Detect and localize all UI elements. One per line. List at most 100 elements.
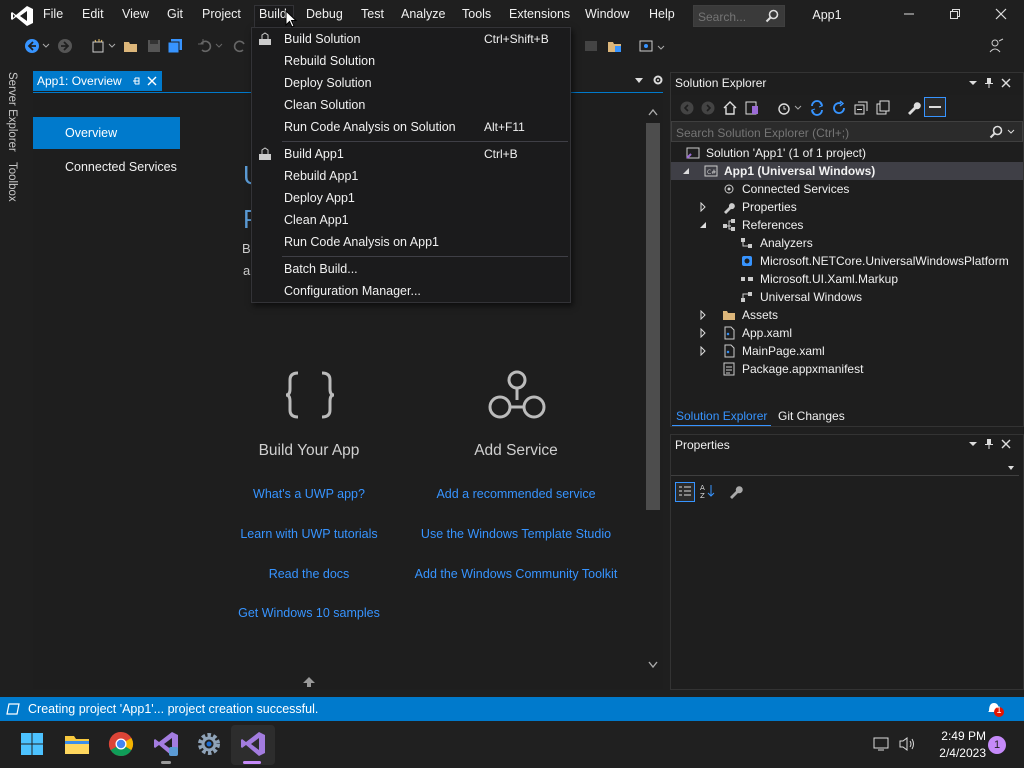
- collapse-all-icon[interactable]: [853, 100, 869, 116]
- pin-icon[interactable]: [983, 77, 995, 89]
- chevron-down-icon[interactable]: [108, 42, 116, 50]
- clock-time[interactable]: 2:49 PM: [924, 729, 986, 743]
- menu-edit[interactable]: Edit: [82, 7, 104, 21]
- title-search-input[interactable]: [698, 9, 764, 24]
- link-whats-a-uwp-app[interactable]: What's a UWP app?: [189, 487, 429, 501]
- navigate-forward-icon[interactable]: [57, 38, 73, 54]
- properties-object-selector[interactable]: [671, 458, 1019, 476]
- menu-test[interactable]: Test: [361, 7, 384, 21]
- pin-icon[interactable]: [983, 438, 995, 450]
- menu-build-open[interactable]: Build: [259, 7, 287, 21]
- menu-window[interactable]: Window: [585, 7, 629, 21]
- home-icon[interactable]: [722, 100, 738, 116]
- taskbar-visual-studio-installer[interactable]: [152, 730, 180, 758]
- collapsed-arrow-icon[interactable]: [698, 202, 708, 212]
- link-windows-template-studio[interactable]: Use the Windows Template Studio: [396, 527, 636, 541]
- save-all-icon[interactable]: [167, 38, 183, 54]
- chevron-down-icon[interactable]: [648, 661, 658, 669]
- pin-icon[interactable]: [130, 75, 142, 87]
- menu-file[interactable]: File: [43, 7, 63, 21]
- menu-item-rebuild-solution[interactable]: Rebuild Solution: [252, 50, 570, 72]
- save-icon[interactable]: [146, 38, 162, 54]
- chevron-down-icon[interactable]: [215, 42, 223, 50]
- tree-item-references[interactable]: References: [671, 216, 1023, 234]
- scrollbar-thumb[interactable]: [646, 123, 660, 510]
- minimize-button[interactable]: [898, 6, 920, 26]
- nav-item-overview[interactable]: Overview: [33, 117, 180, 149]
- collapsed-arrow-icon[interactable]: [698, 310, 708, 320]
- notifications-button[interactable]: 1: [985, 700, 1005, 718]
- chevron-down-icon[interactable]: [657, 44, 665, 52]
- preview-selected-items-toggle[interactable]: [924, 97, 946, 117]
- restore-button[interactable]: [944, 6, 966, 26]
- menu-git[interactable]: Git: [167, 7, 183, 21]
- menu-item-deploy-app1[interactable]: Deploy App1: [252, 187, 570, 209]
- chevron-down-icon[interactable]: [1007, 129, 1015, 135]
- menu-debug[interactable]: Debug: [306, 7, 343, 21]
- tree-item-properties[interactable]: Properties: [671, 198, 1023, 216]
- chevron-down-icon[interactable]: [1007, 465, 1015, 471]
- link-learn-uwp-tutorials[interactable]: Learn with UWP tutorials: [189, 527, 429, 541]
- chevron-down-icon[interactable]: [794, 104, 802, 112]
- link-read-the-docs[interactable]: Read the docs: [189, 567, 429, 581]
- show-all-files-icon[interactable]: [875, 100, 891, 116]
- close-icon[interactable]: [146, 75, 158, 87]
- tree-item-assets[interactable]: Assets: [671, 306, 1023, 324]
- tab-git-changes[interactable]: Git Changes: [774, 407, 849, 426]
- sync-icon[interactable]: [809, 100, 825, 116]
- wrench-icon[interactable]: [905, 100, 921, 116]
- property-pages-button[interactable]: [727, 482, 747, 502]
- new-project-icon[interactable]: [90, 38, 106, 54]
- chevron-down-icon[interactable]: [42, 42, 50, 50]
- taskbar-visual-studio[interactable]: [239, 730, 267, 758]
- visual-studio-logo-icon[interactable]: [10, 5, 34, 27]
- redo-icon[interactable]: [232, 38, 248, 54]
- tree-item-analyzers[interactable]: Analyzers: [671, 234, 1023, 252]
- navigate-back-icon[interactable]: [24, 38, 40, 54]
- tab-list-dropdown-icon[interactable]: [634, 77, 644, 85]
- alphabetical-button[interactable]: AZ: [699, 482, 719, 502]
- expanded-arrow-icon[interactable]: [698, 220, 708, 230]
- undo-icon[interactable]: [197, 38, 213, 54]
- chevron-up-icon[interactable]: [648, 108, 658, 116]
- tree-item-xaml-markup[interactable]: Microsoft.UI.Xaml.Markup: [671, 270, 1023, 288]
- menu-item-rebuild-app1[interactable]: Rebuild App1: [252, 165, 570, 187]
- tab-solution-explorer[interactable]: Solution Explorer: [672, 407, 772, 426]
- browser-link-icon[interactable]: [638, 38, 654, 54]
- solution-explorer-search-input[interactable]: [676, 125, 986, 140]
- toolbox-tab[interactable]: Toolbox: [6, 162, 18, 202]
- chevron-down-icon[interactable]: [967, 77, 979, 89]
- collapsed-arrow-icon[interactable]: [698, 346, 708, 356]
- chevron-down-icon[interactable]: [967, 438, 979, 450]
- switch-views-icon[interactable]: [744, 100, 760, 116]
- taskbar-settings[interactable]: [195, 730, 223, 758]
- back-icon[interactable]: [679, 100, 695, 116]
- menu-help[interactable]: Help: [649, 7, 675, 21]
- open-file-icon[interactable]: [607, 38, 623, 54]
- menu-item-run-code-analysis-app1[interactable]: Run Code Analysis on App1: [252, 231, 570, 253]
- toolbar-item-icon[interactable]: [583, 38, 599, 54]
- tree-item-package-manifest[interactable]: Package.appxmanifest: [671, 360, 1023, 378]
- menu-analyze[interactable]: Analyze: [401, 7, 445, 21]
- categorized-button[interactable]: [675, 482, 695, 502]
- link-add-recommended-service[interactable]: Add a recommended service: [396, 487, 636, 501]
- pending-changes-filter-icon[interactable]: [776, 100, 792, 116]
- menu-item-configuration-manager[interactable]: Configuration Manager...: [252, 280, 570, 302]
- nav-item-connected-services[interactable]: Connected Services: [65, 160, 177, 174]
- link-get-windows-10-samples[interactable]: Get Windows 10 samples: [189, 606, 429, 620]
- open-folder-icon[interactable]: [123, 38, 139, 54]
- close-icon[interactable]: [1000, 438, 1012, 450]
- tree-item-universal-windows[interactable]: Universal Windows: [671, 288, 1023, 306]
- network-icon[interactable]: [873, 736, 891, 752]
- forward-icon[interactable]: [700, 100, 716, 116]
- menu-item-run-code-analysis-solution[interactable]: Run Code Analysis on Solution Alt+F11: [252, 116, 570, 138]
- taskbar-file-explorer[interactable]: [63, 730, 91, 758]
- server-explorer-tab[interactable]: Server Explorer: [6, 72, 18, 152]
- menu-item-clean-solution[interactable]: Clean Solution: [252, 94, 570, 116]
- tree-item-connected-services[interactable]: Connected Services: [671, 180, 1023, 198]
- tree-item-mainpage-xaml[interactable]: MainPage.xaml: [671, 342, 1023, 360]
- notification-center-badge[interactable]: 1: [988, 736, 1006, 754]
- search-icon[interactable]: [989, 125, 1003, 139]
- collapsed-arrow-icon[interactable]: [698, 328, 708, 338]
- menu-project[interactable]: Project: [202, 7, 241, 21]
